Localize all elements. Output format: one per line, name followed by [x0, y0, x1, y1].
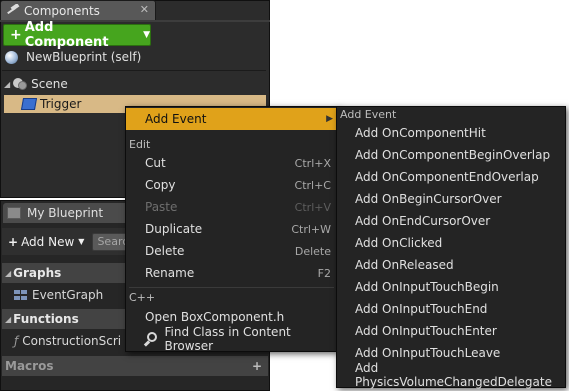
menu-item-label: Duplicate: [145, 222, 203, 236]
section-functions-label: Functions: [13, 312, 79, 326]
submenu-item-on-component-hit[interactable]: Add OnComponentHit: [337, 122, 565, 144]
menu-heading-cpp: C++: [129, 291, 156, 304]
section-macros[interactable]: Macros +: [2, 356, 268, 376]
search-icon: [143, 331, 158, 347]
submenu-item-on-component-end-overlap[interactable]: Add OnComponentEndOverlap: [337, 166, 565, 188]
menu-item-label: Open BoxComponent.h: [145, 310, 285, 324]
submenu-item-on-end-cursor-over[interactable]: Add OnEndCursorOver: [337, 210, 565, 232]
menu-item-shortcut: F2: [317, 266, 331, 280]
add-component-button[interactable]: + Add Component ▼: [3, 20, 151, 50]
menu-item-duplicate[interactable]: Duplicate Ctrl+W: [126, 218, 337, 240]
menu-item-label: Paste: [145, 200, 178, 214]
menu-item-delete[interactable]: Delete Delete: [126, 240, 337, 262]
add-macro-icon[interactable]: +: [252, 359, 262, 373]
sphere-icon: [5, 50, 18, 64]
hammer-icon: [7, 4, 20, 15]
menu-item-find-class[interactable]: Find Class in Content Browser: [126, 325, 337, 353]
submenu-item-on-input-touch-enter[interactable]: Add OnInputTouchEnter: [337, 320, 565, 342]
blueprint-icon: [7, 207, 21, 219]
submenu-item-label: Add OnInputTouchEnd: [355, 302, 488, 316]
divider: [2, 70, 266, 71]
menu-item-cut[interactable]: Cut Ctrl+X: [126, 152, 337, 174]
components-tab-title: Components: [24, 3, 100, 18]
scene-icon: [12, 77, 28, 91]
menu-item-shortcut: Ctrl+X: [294, 156, 331, 170]
tree-item-scene[interactable]: ◢ Scene: [4, 76, 68, 92]
close-icon[interactable]: ✕: [140, 3, 149, 16]
menu-item-label: Rename: [145, 266, 195, 280]
menu-item-shortcut: Ctrl+C: [294, 178, 331, 192]
menu-item-paste: Paste Ctrl+V: [126, 196, 337, 218]
submenu-item-label: Add PhysicsVolumeChangedDelegate: [355, 361, 552, 389]
submenu-item-label: Add OnReleased: [355, 258, 454, 272]
submenu-heading: Add Event: [340, 108, 397, 121]
menu-item-label: Delete: [145, 244, 185, 258]
submenu-item-on-input-touch-end[interactable]: Add OnInputTouchEnd: [337, 298, 565, 320]
context-menu: Add Event ▶ Edit Cut Ctrl+X Copy Ctrl+C …: [125, 106, 338, 353]
menu-heading-edit: Edit: [129, 138, 151, 151]
expand-arrow-icon: ◢: [5, 314, 12, 324]
submenu-item-on-begin-cursor-over[interactable]: Add OnBeginCursorOver: [337, 188, 565, 210]
submenu-item-label: Add OnComponentBeginOverlap: [355, 148, 551, 162]
menu-item-label: Find Class in Content Browser: [164, 325, 291, 353]
plus-icon: +: [10, 27, 22, 43]
submenu-item-on-component-begin-overlap[interactable]: Add OnComponentBeginOverlap: [337, 144, 565, 166]
submenu-item-physics-volume-changed[interactable]: Add PhysicsVolumeChangedDelegate: [337, 361, 565, 389]
menu-item-copy[interactable]: Copy Ctrl+C: [126, 174, 337, 196]
submenu-item-label: Add OnInputTouchLeave: [355, 346, 501, 360]
my-blueprint-tab-title: My Blueprint: [27, 206, 104, 220]
submenu-item-label: Add OnComponentEndOverlap: [355, 170, 539, 184]
add-event-submenu: Add Event Add OnComponentHit Add OnCompo…: [336, 106, 566, 389]
submenu-item-label: Add OnInputTouchBegin: [355, 280, 499, 294]
menu-item-shortcut: Delete: [294, 244, 331, 258]
submenu-arrow-icon: ▶: [326, 114, 333, 124]
menu-item-add-event[interactable]: Add Event ▶: [126, 108, 337, 130]
submenu-item-label: Add OnInputTouchEnter: [355, 324, 497, 338]
menu-item-shortcut: Ctrl+V: [294, 200, 331, 214]
submenu-item-label: Add OnComponentHit: [355, 126, 486, 140]
function-icon: ƒ: [14, 334, 19, 348]
add-new-label: Add New: [21, 234, 75, 249]
self-component-label: NewBlueprint (self): [26, 50, 142, 64]
menu-separator: [129, 287, 334, 288]
menu-item-label: Copy: [145, 178, 176, 192]
submenu-item-label: Add OnClicked: [355, 236, 443, 250]
chevron-down-icon: ▼: [143, 30, 150, 40]
tree-item-scene-label: Scene: [31, 77, 68, 91]
add-new-button[interactable]: + Add New ▼: [8, 235, 84, 249]
menu-item-label: Cut: [145, 156, 166, 170]
section-graphs-label: Graphs: [13, 266, 62, 280]
chevron-down-icon: ▼: [78, 237, 85, 246]
menu-item-add-event-label: Add Event: [145, 112, 207, 126]
section-macros-label: Macros: [5, 359, 54, 373]
plus-icon: +: [8, 234, 19, 249]
box-component-icon: [20, 98, 38, 110]
event-graph-icon: [14, 290, 28, 300]
tree-item-trigger-label: Trigger: [40, 97, 82, 111]
submenu-item-on-input-touch-begin[interactable]: Add OnInputTouchBegin: [337, 276, 565, 298]
submenu-item-on-released[interactable]: Add OnReleased: [337, 254, 565, 276]
menu-item-shortcut: Ctrl+W: [291, 222, 331, 236]
components-tab[interactable]: Components ✕: [0, 0, 156, 20]
submenu-item-label: Add OnEndCursorOver: [355, 214, 491, 228]
menu-item-rename[interactable]: Rename F2: [126, 262, 337, 284]
graph-item-eventgraph-label: EventGraph: [32, 288, 104, 302]
submenu-item-on-clicked[interactable]: Add OnClicked: [337, 232, 565, 254]
self-component-item[interactable]: NewBlueprint (self): [5, 48, 141, 66]
expand-arrow-icon[interactable]: ◢: [4, 80, 10, 89]
submenu-item-label: Add OnBeginCursorOver: [355, 192, 502, 206]
function-item-construction-label: ConstructionScri: [22, 334, 122, 348]
add-component-label: Add Component: [24, 20, 109, 50]
expand-arrow-icon: ◢: [5, 268, 12, 278]
